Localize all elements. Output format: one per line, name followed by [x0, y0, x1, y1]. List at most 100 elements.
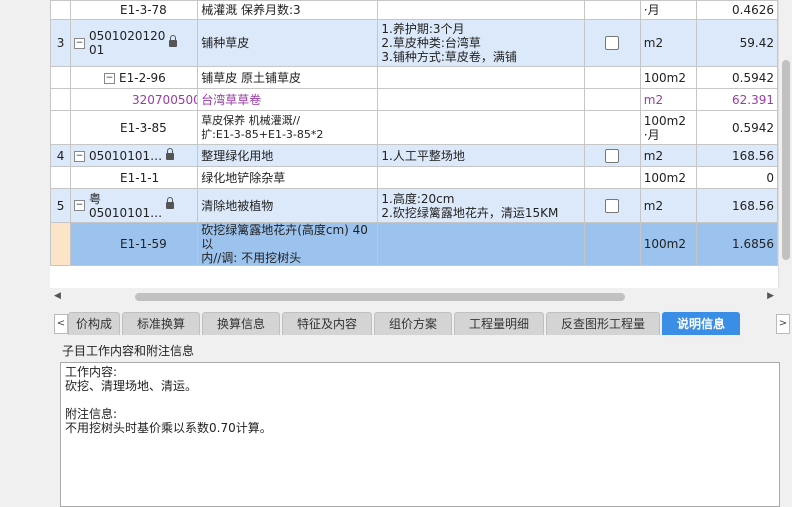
code-cell[interactable]: E1-1-59	[70, 222, 199, 266]
code-text: E1-3-78	[120, 3, 167, 17]
tab-reverse-graphic-quantity[interactable]: 反查图形工程量	[546, 312, 660, 335]
features-cell[interactable]	[377, 88, 585, 111]
table-row[interactable]: 4 −05010101… 整理绿化用地 1.人工平整场地 m2 168.56	[50, 144, 778, 167]
features-cell[interactable]	[377, 66, 585, 89]
quantity-cell[interactable]: 1.6856	[695, 222, 778, 266]
row-number: 4	[50, 144, 72, 167]
code-cell[interactable]: − E1-2-96	[70, 66, 199, 89]
vertical-scroll-thumb[interactable]	[782, 60, 790, 260]
unit-cell[interactable]: 100m2	[639, 222, 697, 266]
unit-cell[interactable]: m2	[639, 188, 697, 223]
tab-quantity-detail[interactable]: 工程量明细	[454, 312, 544, 335]
features-cell[interactable]	[377, 166, 585, 189]
quota-grid[interactable]: E1-3-78 械灌溉 保养月数:3 ·月 0.4626 3 −05010201…	[50, 0, 779, 288]
unit-cell[interactable]: 100m2 ·月	[639, 110, 697, 145]
features-cell[interactable]	[377, 110, 585, 145]
quota-table: E1-3-78 械灌溉 保养月数:3 ·月 0.4626 3 −05010201…	[50, 0, 778, 266]
tab-conversion-info[interactable]: 换算信息	[202, 312, 280, 335]
table-row-selected[interactable]: E1-1-59 砍挖绿篱露地花卉(高度cm) 40以 内//调: 不用挖树头 1…	[50, 222, 778, 266]
quantity-cell[interactable]: 62.391	[695, 88, 778, 111]
checkbox-cell	[583, 66, 641, 89]
quantity-cell[interactable]: 0.5942	[695, 66, 778, 89]
tab-price-composition[interactable]: 价构成	[68, 312, 120, 335]
name-cell[interactable]: 台湾草草卷	[197, 88, 379, 111]
features-cell[interactable]: 1.养护期:3个月 2.草皮种类:台湾草 3.铺种方式:草皮卷，满铺	[377, 19, 585, 67]
name-cell[interactable]: 械灌溉 保养月数:3	[197, 0, 379, 20]
collapse-icon[interactable]: −	[74, 150, 86, 162]
code-cell[interactable]: 3207005001	[70, 88, 199, 111]
code-cell[interactable]: E1-1-1	[70, 166, 199, 189]
code-cell[interactable]: −05010101…	[70, 144, 199, 167]
horizontal-scroll-thumb[interactable]	[135, 293, 625, 301]
tab-features-content[interactable]: 特征及内容	[282, 312, 372, 335]
table-row[interactable]: 5 − 粤 05010101… 清除地被植物 1.高度:20cm 2.砍挖绿篱露地花…	[50, 188, 778, 223]
detail-tab-bar: < 价构成 标准换算 换算信息 特征及内容 组价方案 工程量明细 反查图形工程量…	[50, 310, 792, 336]
checkbox-cell	[583, 166, 641, 189]
scroll-left-icon[interactable]: ◀	[54, 291, 61, 301]
lock-icon	[166, 147, 175, 160]
unit-cell[interactable]: ·月	[639, 0, 697, 20]
vertical-scrollbar[interactable]	[778, 0, 792, 288]
table-row[interactable]: 3 −0501020120 01 铺种草皮 1.养护期:3个月 2.草皮种类:台湾…	[50, 19, 778, 67]
code-cell[interactable]: −0501020120 01	[70, 19, 199, 67]
collapse-icon[interactable]: −	[104, 72, 116, 84]
quantity-cell[interactable]: 59.42	[695, 19, 778, 67]
quantity-cell[interactable]: 0	[695, 166, 778, 189]
quantity-cell[interactable]: 0.4626	[695, 0, 778, 20]
tab-scroll-right-button[interactable]: >	[776, 314, 790, 334]
lock-icon	[166, 197, 175, 209]
tab-pricing-scheme[interactable]: 组价方案	[374, 312, 452, 335]
checkbox-cell	[583, 222, 641, 266]
features-cell[interactable]	[377, 222, 585, 266]
code-line-1: 粤	[89, 191, 102, 206]
unit-cell[interactable]: m2	[639, 144, 697, 167]
row-checkbox[interactable]	[605, 36, 620, 51]
checkbox-cell	[583, 0, 641, 20]
quantity-cell[interactable]: 168.56	[695, 188, 778, 223]
checkbox-cell	[583, 144, 641, 167]
checkbox-cell	[583, 110, 641, 145]
unit-cell[interactable]: 100m2	[639, 166, 697, 189]
collapse-icon[interactable]: −	[74, 37, 86, 49]
code-cell[interactable]: − 粤 05010101…	[70, 188, 199, 223]
table-row[interactable]: − E1-2-96 铺草皮 原土铺草皮 100m2 0.5942	[50, 66, 778, 89]
quantity-cell[interactable]: 0.5942	[695, 110, 778, 145]
unit-cell[interactable]: m2	[639, 88, 697, 111]
code-text: 05010101…	[89, 148, 163, 163]
horizontal-scrollbar[interactable]: ◀ ▶	[50, 289, 778, 305]
features-cell[interactable]: 1.高度:20cm 2.砍挖绿篱露地花卉，清运15KM	[377, 188, 585, 223]
code-line-2: 05010101…	[89, 205, 163, 220]
row-checkbox[interactable]	[605, 198, 620, 213]
scroll-right-icon[interactable]: ▶	[767, 291, 774, 301]
tab-scroll-left-button[interactable]: <	[54, 314, 68, 334]
name-cell[interactable]: 铺种草皮	[197, 19, 379, 67]
unit-cell[interactable]: m2	[639, 19, 697, 67]
row-checkbox[interactable]	[605, 148, 620, 163]
name-cell[interactable]: 清除地被植物	[197, 188, 379, 223]
code-cell[interactable]: E1-3-85	[70, 110, 199, 145]
checkbox-cell	[583, 19, 641, 67]
table-row[interactable]: E1-3-78 械灌溉 保养月数:3 ·月 0.4626	[50, 0, 778, 20]
name-cell[interactable]: 整理绿化用地	[197, 144, 379, 167]
tab-standard-conversion[interactable]: 标准换算	[122, 312, 200, 335]
unit-cell[interactable]: 100m2	[639, 66, 697, 89]
row-number	[50, 222, 72, 266]
row-number	[50, 66, 72, 89]
table-row[interactable]: 3207005001 台湾草草卷 m2 62.391	[50, 88, 778, 111]
section-title: 子目工作内容和附注信息	[62, 344, 195, 358]
quantity-cell[interactable]: 168.56	[695, 144, 778, 167]
name-cell[interactable]: 草皮保养 机械灌溉// 扩:E1-3-85+E1-3-85*2	[197, 110, 379, 145]
code-cell[interactable]: E1-3-78	[70, 0, 199, 20]
checkbox-cell	[583, 188, 641, 223]
name-cell[interactable]: 绿化地铲除杂草	[197, 166, 379, 189]
features-cell[interactable]	[377, 0, 585, 20]
row-number	[50, 88, 72, 111]
collapse-icon[interactable]: −	[74, 200, 86, 211]
table-row[interactable]: E1-1-1 绿化地铲除杂草 100m2 0	[50, 166, 778, 189]
name-edit-field[interactable]: 砍挖绿篱露地花卉(高度cm) 40以 内//调: 不用挖树头	[197, 222, 379, 266]
features-cell[interactable]: 1.人工平整场地	[377, 144, 585, 167]
tab-description-info[interactable]: 说明信息	[662, 312, 740, 335]
table-row[interactable]: E1-3-85 草皮保养 机械灌溉// 扩:E1-3-85+E1-3-85*2 …	[50, 110, 778, 145]
notes-textarea[interactable]: 工作内容: 砍挖、清理场地、清运。 附注信息: 不用挖树头时基价乘以系数0.70…	[60, 362, 780, 507]
name-cell[interactable]: 铺草皮 原土铺草皮	[197, 66, 379, 89]
